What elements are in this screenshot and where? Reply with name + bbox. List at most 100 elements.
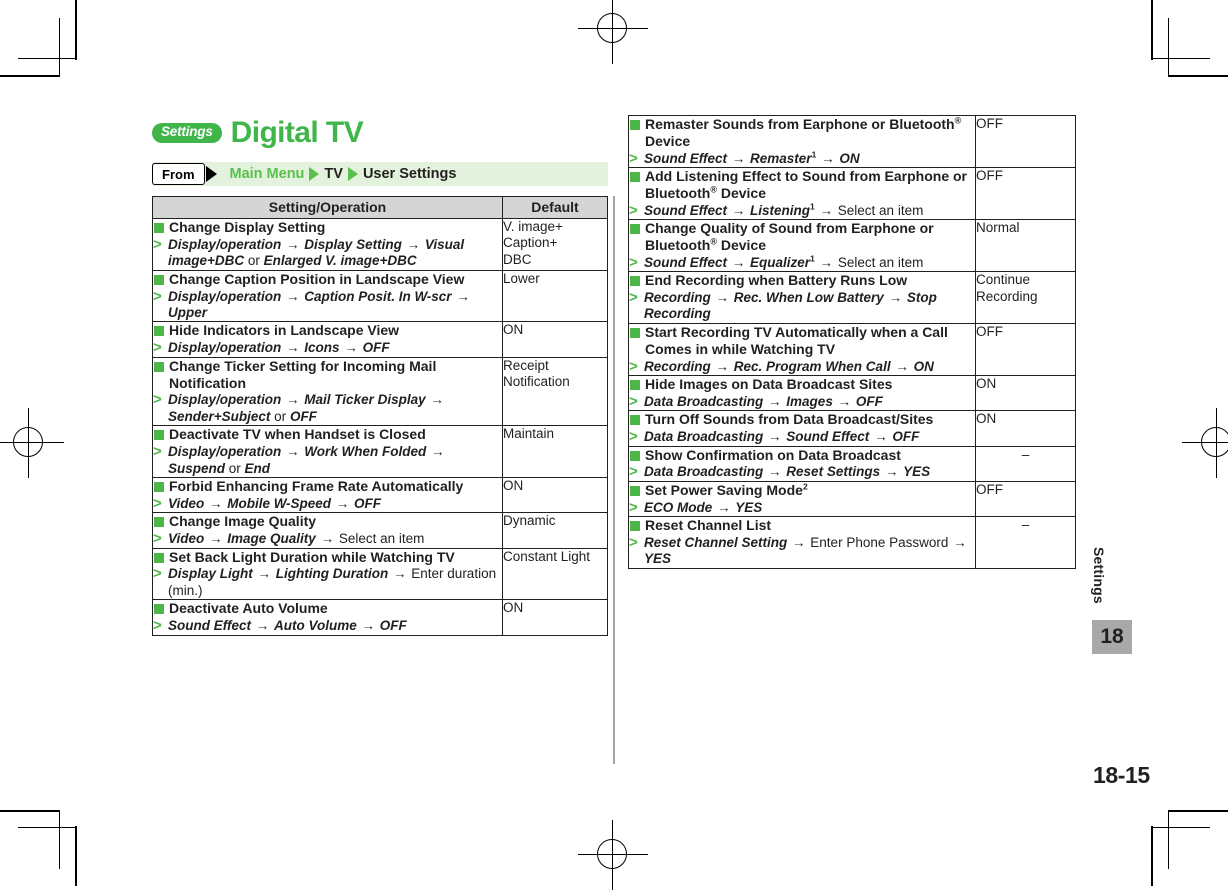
bullet-square-icon — [154, 430, 164, 441]
table-row: Turn Off Sounds from Data Broadcast/Site… — [628, 410, 1076, 447]
path-token: Icons — [304, 340, 340, 356]
setting-path: > Sound Effect → Remaster1 → ON — [629, 150, 975, 167]
path-arrow-icon: → — [426, 392, 444, 408]
setting-path: > Sound Effect → Auto Volume → OFF — [153, 617, 502, 635]
default-value-line: Dynamic — [503, 513, 556, 529]
column-header-operation: Setting/Operation — [152, 196, 503, 219]
setting-title: Reset Channel List — [629, 517, 975, 534]
path-token: Reset Channel Setting — [644, 534, 788, 550]
table-row: Change Quality of Sound from Earphone or… — [628, 219, 1076, 273]
bullet-square-icon — [630, 276, 640, 287]
setting-title: Change Ticker Setting for Incoming Mail … — [153, 358, 502, 392]
page-title: Digital TV — [230, 116, 364, 149]
setting-title: End Recording when Battery Runs Low — [629, 272, 975, 289]
path-token: Suspend — [168, 460, 226, 476]
default-value-cell: Lower — [502, 269, 608, 323]
table-row: Show Confirmation on Data Broadcast > Data… — [628, 445, 1076, 482]
path-token: Enter Phone Password — [810, 534, 949, 550]
path-token: Display/operation — [168, 288, 282, 304]
path-chevron-icon: > — [153, 617, 162, 635]
registered-trademark-icon: ® — [710, 236, 717, 247]
default-value-line: OFF — [976, 481, 1003, 497]
default-value-cell: OFF — [975, 114, 1076, 169]
path-arrow-icon: → — [357, 618, 379, 634]
default-value-cell: OFF — [975, 167, 1076, 221]
path-token: OFF — [379, 618, 407, 634]
bullet-square-icon — [154, 223, 164, 233]
path-token: Caption Posit. In W-scr — [304, 288, 452, 304]
setting-path: > Display/operation → Icons → OFF — [153, 339, 502, 356]
path-arrow-icon: → — [815, 202, 837, 218]
bullet-square-icon — [630, 415, 640, 426]
path-token: Image Quality — [227, 531, 316, 547]
path-arrow-icon: → — [205, 495, 227, 511]
default-value-cell: Constant Light — [502, 547, 608, 601]
path-chevron-icon: > — [153, 235, 162, 253]
default-value-cell: ON — [502, 321, 608, 358]
setting-path: > Display Light → Lighting Duration → Ent… — [153, 565, 502, 599]
page-header: Settings Digital TV From Main Menu TV Us… — [152, 113, 608, 186]
path-arrow-icon: → — [282, 288, 304, 304]
operation-cell: Forbid Enhancing Frame Rate Automaticall… — [152, 476, 503, 514]
path-token: Video — [168, 531, 205, 547]
operation-cell: Remaster Sounds from Earphone or Bluetoo… — [628, 114, 976, 169]
path-chevron-icon: > — [153, 530, 162, 548]
setting-path: > Video → Mobile W-Speed → OFF — [153, 495, 502, 512]
breadcrumb-separator-icon-2 — [347, 167, 358, 181]
path-token: Upper — [168, 305, 208, 320]
path-chevron-icon: > — [629, 288, 638, 306]
setting-title: Start Recording TV Automatically when a … — [629, 324, 975, 358]
path-token: Mobile W-Speed — [227, 495, 332, 511]
operation-cell: Change Ticker Setting for Incoming Mail … — [152, 356, 503, 427]
page-number: 18-15 — [1093, 762, 1150, 788]
path-arrow-icon: → — [815, 254, 837, 270]
path-chevron-icon: > — [629, 357, 638, 375]
breadcrumb-item-main-menu: Main Menu — [229, 165, 305, 182]
setting-title: Deactivate TV when Handset is Closed — [153, 426, 502, 443]
table-row: Deactivate TV when Handset is Closed > Dis… — [152, 425, 608, 478]
path-arrow-icon: → — [316, 531, 338, 547]
path-token: OFF — [892, 429, 920, 445]
path-arrow-icon: → — [891, 358, 913, 374]
setting-title: Show Confirmation on Data Broadcast — [629, 447, 975, 464]
path-token: OFF — [362, 340, 390, 356]
setting-path: > Display/operation → Caption Posit. In W… — [153, 287, 502, 322]
breadcrumb-item-tv: TV — [324, 165, 343, 182]
path-arrow-icon: → — [870, 429, 892, 445]
setting-path: > Display/operation → Work When Folded → … — [153, 443, 502, 477]
setting-path: > Recording → Rec. When Low Battery → Sto… — [629, 288, 975, 323]
setting-path: > Data Broadcasting → Sound Effect → OFF — [629, 428, 975, 445]
path-token: or — [244, 253, 264, 269]
path-chevron-icon: > — [153, 565, 162, 583]
title-row: Settings Digital TV — [152, 113, 608, 153]
default-value-cell: – — [975, 516, 1076, 569]
table-row: Start Recording TV Automatically when a … — [628, 322, 1076, 376]
footnote-marker: 2 — [802, 481, 808, 492]
path-token: YES — [903, 464, 931, 480]
path-chevron-icon: > — [629, 253, 638, 271]
from-arrow-icon — [205, 166, 217, 182]
default-value-line: Continue — [976, 272, 1031, 288]
path-token: or — [270, 408, 290, 424]
default-value-cell: Receipt Notification — [502, 356, 608, 427]
setting-path: > Display/operation → Mail Ticker Display… — [153, 391, 502, 425]
path-arrow-icon: → — [282, 340, 304, 356]
operation-cell: Set Power Saving Mode2 > ECO Mode → YES — [628, 480, 976, 518]
path-token: Data Broadcasting — [644, 393, 764, 409]
path-token: Sound Effect — [644, 150, 728, 166]
setting-path: > Display/operation → Display Setting → V… — [153, 235, 502, 270]
column-divider — [613, 196, 615, 764]
bullet-square-icon — [154, 482, 164, 492]
table-row: Set Power Saving Mode2 > ECO Mode → YES OFF — [628, 480, 1076, 518]
table-row: Change Ticker Setting for Incoming Mail … — [152, 356, 608, 427]
path-token: Select an item — [837, 254, 924, 270]
breadcrumb-path: Main Menu TV User Settings — [217, 162, 456, 186]
path-chevron-icon: > — [153, 287, 162, 305]
path-token: Images — [786, 393, 833, 409]
path-arrow-icon: → — [711, 289, 733, 305]
table-row: Hide Indicators in Landscape View > Displa… — [152, 321, 608, 358]
path-token: Sound Effect — [168, 618, 252, 634]
table-row: Reset Channel List > Reset Channel Setting… — [628, 516, 1076, 569]
path-token: Display Light — [168, 566, 253, 582]
default-value-line: OFF — [976, 323, 1003, 339]
